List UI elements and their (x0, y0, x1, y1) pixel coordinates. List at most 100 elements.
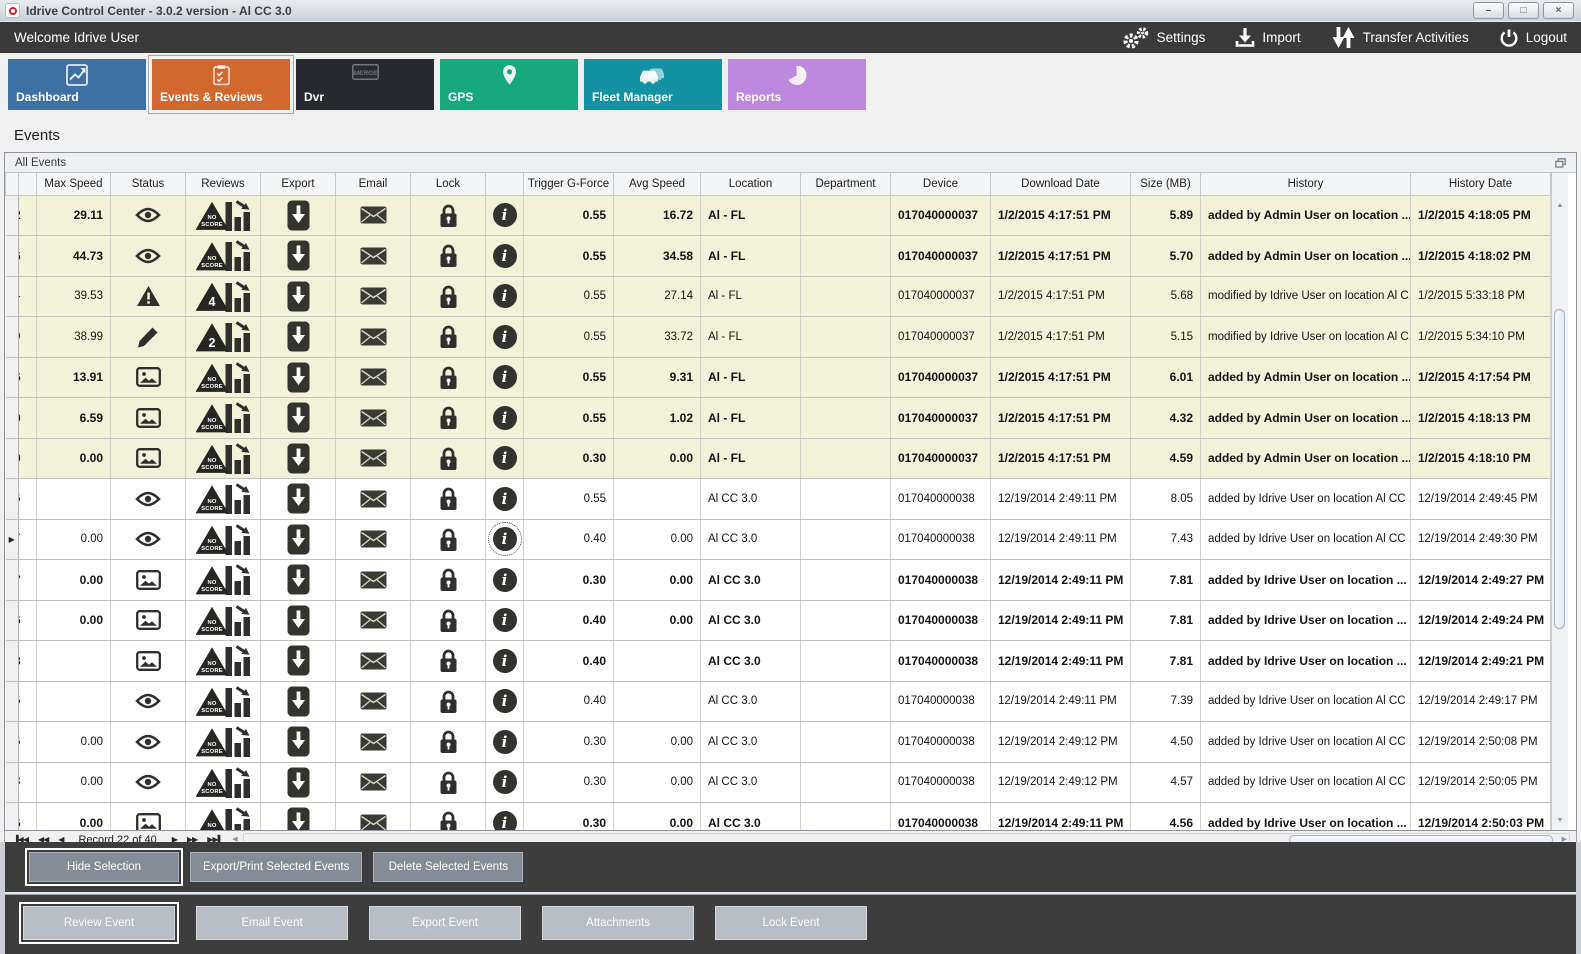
export-icon[interactable] (287, 605, 310, 636)
status-eye-icon[interactable] (135, 491, 161, 507)
maximize-button[interactable]: □ (1508, 2, 1539, 19)
lock-icon[interactable] (439, 770, 458, 795)
info-icon[interactable]: i (493, 770, 517, 794)
status-eye-icon[interactable] (135, 734, 161, 750)
event-row[interactable]: 70.00NOSCOREi0.300.00Al CC 3.00170400000… (6, 560, 1551, 601)
row-selector[interactable] (6, 762, 19, 803)
email-icon[interactable] (360, 733, 387, 751)
tab-fleet-manager[interactable]: Fleet Manager (584, 59, 722, 110)
email-icon[interactable] (360, 611, 387, 629)
event-row[interactable]: 6NOSCOREi0.55Al CC 3.001704000003812/19/… (6, 479, 1551, 520)
info-icon[interactable]: i (493, 365, 517, 389)
status-eye-icon[interactable] (135, 693, 161, 709)
email-icon[interactable] (360, 287, 387, 305)
status-image-icon[interactable] (136, 367, 161, 387)
column-header-export[interactable]: Export (261, 173, 336, 195)
lock-icon[interactable] (439, 324, 458, 349)
close-button[interactable]: × (1543, 2, 1574, 19)
row-selector[interactable] (6, 803, 19, 831)
event-row[interactable]: 439.534i0.5527.14Al - FL0170400000371/2/… (6, 276, 1551, 317)
review-no-score-icon[interactable]: NOSCORE (196, 767, 251, 798)
email-icon[interactable] (360, 773, 387, 791)
event-row[interactable]: 30.00NOSCOREi0.300.00Al CC 3.00170400000… (6, 762, 1551, 803)
tab-gps[interactable]: GPS (440, 59, 578, 110)
column-header-reviews[interactable]: Reviews (186, 173, 261, 195)
info-icon[interactable]: i (493, 527, 517, 551)
row-selector[interactable] (6, 641, 19, 682)
vertical-scrollbar[interactable]: ▲ ▼ (1551, 173, 1568, 830)
export-icon[interactable] (287, 281, 310, 312)
row-selector[interactable] (6, 438, 19, 479)
email-event-button[interactable]: Email Event (196, 906, 348, 940)
lock-icon[interactable] (439, 810, 458, 830)
review-no-score-icon[interactable]: NOSCORE (196, 686, 251, 717)
attachments-button[interactable]: Attachments (542, 906, 694, 940)
column-header-location[interactable]: Location (701, 173, 801, 195)
row-selector[interactable] (6, 560, 19, 601)
review-no-score-icon[interactable]: NOSCORE (196, 402, 251, 433)
event-row[interactable]: 6NOSCOREi0.40Al CC 3.001704000003812/19/… (6, 681, 1551, 722)
panel-restore-icon[interactable] (1555, 158, 1566, 168)
event-row[interactable]: 60.00NOSCOREi0.300.00Al CC 3.00170400000… (6, 803, 1551, 831)
info-icon[interactable]: i (493, 568, 517, 592)
lock-icon[interactable] (439, 527, 458, 552)
lock-icon[interactable] (439, 203, 458, 228)
event-row[interactable]: 3NOSCOREi0.40Al CC 3.001704000003812/19/… (6, 641, 1551, 682)
event-row[interactable]: 00.00NOSCOREi0.300.00Al - FL017040000037… (6, 438, 1551, 479)
column-header-blank[interactable] (19, 173, 37, 195)
review-no-score-icon[interactable]: NOSCORE (196, 362, 251, 393)
email-icon[interactable] (360, 652, 387, 670)
column-header-blank[interactable] (6, 173, 19, 195)
tab-events-reviews[interactable]: Events & Reviews (152, 59, 290, 110)
row-selector[interactable] (6, 276, 19, 317)
status-image-icon[interactable] (136, 570, 161, 590)
vertical-scroll-thumb[interactable] (1554, 309, 1565, 629)
tab-reports[interactable]: Reports (728, 59, 866, 110)
row-selector[interactable] (6, 236, 19, 277)
event-row[interactable]: 938.992i0.5533.72Al - FL0170400000371/2/… (6, 317, 1551, 358)
info-icon[interactable]: i (493, 730, 517, 754)
export-icon[interactable] (287, 240, 310, 271)
status-image-icon[interactable] (136, 408, 161, 428)
export-icon[interactable] (287, 483, 310, 514)
hide-selection-button[interactable]: Hide Selection (29, 852, 179, 882)
logout-button[interactable]: Logout (1499, 28, 1567, 48)
review-no-score-icon[interactable]: NOSCORE (196, 645, 251, 676)
tab-dashboard[interactable]: Dashboard (8, 59, 146, 110)
scroll-down-icon[interactable]: ▼ (1552, 812, 1568, 828)
status-image-icon[interactable] (136, 610, 161, 630)
column-header-history-date[interactable]: History Date (1411, 173, 1551, 195)
lock-icon[interactable] (439, 405, 458, 430)
lock-icon[interactable] (439, 689, 458, 714)
column-header-trigger-g-force[interactable]: Trigger G-Force (524, 173, 614, 195)
column-header-history[interactable]: History (1201, 173, 1411, 195)
info-icon[interactable]: i (493, 244, 517, 268)
import-button[interactable]: Import (1235, 27, 1300, 48)
review-no-score-icon[interactable]: NOSCORE (196, 524, 251, 555)
delete-selected-button[interactable]: Delete Selected Events (373, 852, 523, 882)
info-icon[interactable]: i (493, 325, 517, 349)
lock-event-button[interactable]: Lock Event (715, 906, 867, 940)
status-eye-icon[interactable] (135, 774, 161, 790)
review-no-score-icon[interactable]: NOSCORE (196, 200, 251, 231)
review-score-2-icon[interactable]: 2 (196, 321, 251, 352)
info-icon[interactable]: i (493, 689, 517, 713)
event-row[interactable]: 60.00NOSCOREi0.300.00Al CC 3.00170400000… (6, 722, 1551, 763)
review-no-score-icon[interactable]: NOSCORE (196, 564, 251, 595)
status-eye-icon[interactable] (135, 248, 161, 264)
transfer-activities-button[interactable]: Transfer Activities (1331, 26, 1469, 49)
status-image-icon[interactable] (136, 651, 161, 671)
review-no-score-icon[interactable]: NOSCORE (196, 605, 251, 636)
column-header-department[interactable]: Department (801, 173, 891, 195)
scroll-up-icon[interactable]: ▲ (1552, 197, 1568, 213)
email-icon[interactable] (360, 571, 387, 589)
export-icon[interactable] (287, 200, 310, 231)
export-icon[interactable] (287, 807, 310, 830)
column-header-lock[interactable]: Lock (411, 173, 486, 195)
export-icon[interactable] (287, 321, 310, 352)
email-icon[interactable] (360, 530, 387, 548)
event-row[interactable]: 644.73NOSCOREi0.5534.58Al - FL0170400000… (6, 236, 1551, 277)
tab-dvr[interactable]: MERGE Dvr (296, 59, 434, 110)
status-eye-icon[interactable] (135, 207, 161, 223)
info-icon[interactable]: i (493, 446, 517, 470)
